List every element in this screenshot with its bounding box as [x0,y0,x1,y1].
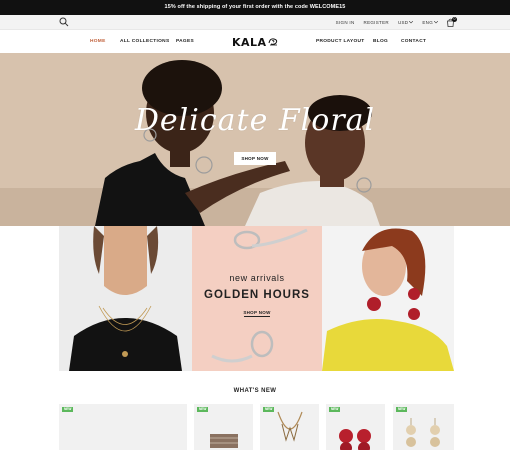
cart-count-badge: 0 [452,17,457,22]
new-badge: NEW [62,407,74,412]
hero-photo [95,60,380,226]
product-necklace-image [277,411,303,442]
model-necklace-photo [59,226,192,371]
site-logo[interactable]: KALA [232,35,279,49]
product-card[interactable]: NEW [393,404,454,450]
ring-bottom-icon [211,330,274,363]
language-select[interactable]: ENG [422,20,438,25]
hero-title: Delicate Floral [134,103,376,138]
announcement-bar: 15% off the shipping of your first order… [0,0,510,15]
promo-image-necklace[interactable] [59,226,192,371]
product-bead-earrings-image [406,418,440,447]
main-nav: HOME ALL COLLECTIONS PAGES KALA PRODUCT … [0,31,510,53]
nav-item-pages[interactable]: PAGES [176,31,194,53]
language-value: ENG [422,20,433,25]
promo-golden-hours[interactable]: new arrivals GOLDEN HOURS SHOP NOW [192,226,322,371]
chevron-down-icon [434,21,438,24]
product-card[interactable]: NEW [59,404,187,450]
chevron-down-icon [409,21,414,24]
register-link[interactable]: REGISTER [364,20,389,25]
hero-banner: Delicate Floral SHOP NOW [0,53,510,226]
utility-bar: SIGN IN REGISTER USD ENG 0 [0,15,510,30]
logo-wordmark: KALA [232,35,267,49]
product-grid: NEW NEW NEW NEW NEW [59,404,454,450]
rose-icon [268,38,277,46]
nav-item-home[interactable]: HOME [90,31,106,53]
promo-headline: GOLDEN HOURS [204,289,310,301]
product-card[interactable]: NEW [260,404,319,450]
search-icon[interactable] [59,17,69,27]
nav-item-blog[interactable]: BLOG [373,31,388,53]
sign-in-link[interactable]: SIGN IN [336,20,355,25]
section-title-whats-new: WHAT'S NEW [233,388,277,394]
promo-link-underline [244,316,270,317]
nav-item-product-layout[interactable]: PRODUCT LAYOUT [316,31,365,53]
hero-shop-now-button[interactable]: SHOP NOW [234,152,276,165]
nav-item-contact[interactable]: CONTACT [401,31,426,53]
promo-eyebrow: new arrivals [229,273,285,283]
model-earrings-photo [322,226,454,371]
nav-item-all-collections[interactable]: ALL COLLECTIONS [120,31,169,53]
product-bracelet-image [210,434,238,448]
product-card[interactable]: NEW [194,404,253,450]
ring-top-icon [233,228,308,250]
product-card[interactable]: NEW [326,404,385,450]
currency-select[interactable]: USD [397,20,414,25]
promo-image-earrings[interactable] [322,226,454,371]
currency-value: USD [397,20,409,25]
product-red-earrings-image [339,429,371,450]
promo-section: new arrivals GOLDEN HOURS SHOP NOW [59,226,454,371]
promo-shop-now-link[interactable]: SHOP NOW [192,310,322,315]
